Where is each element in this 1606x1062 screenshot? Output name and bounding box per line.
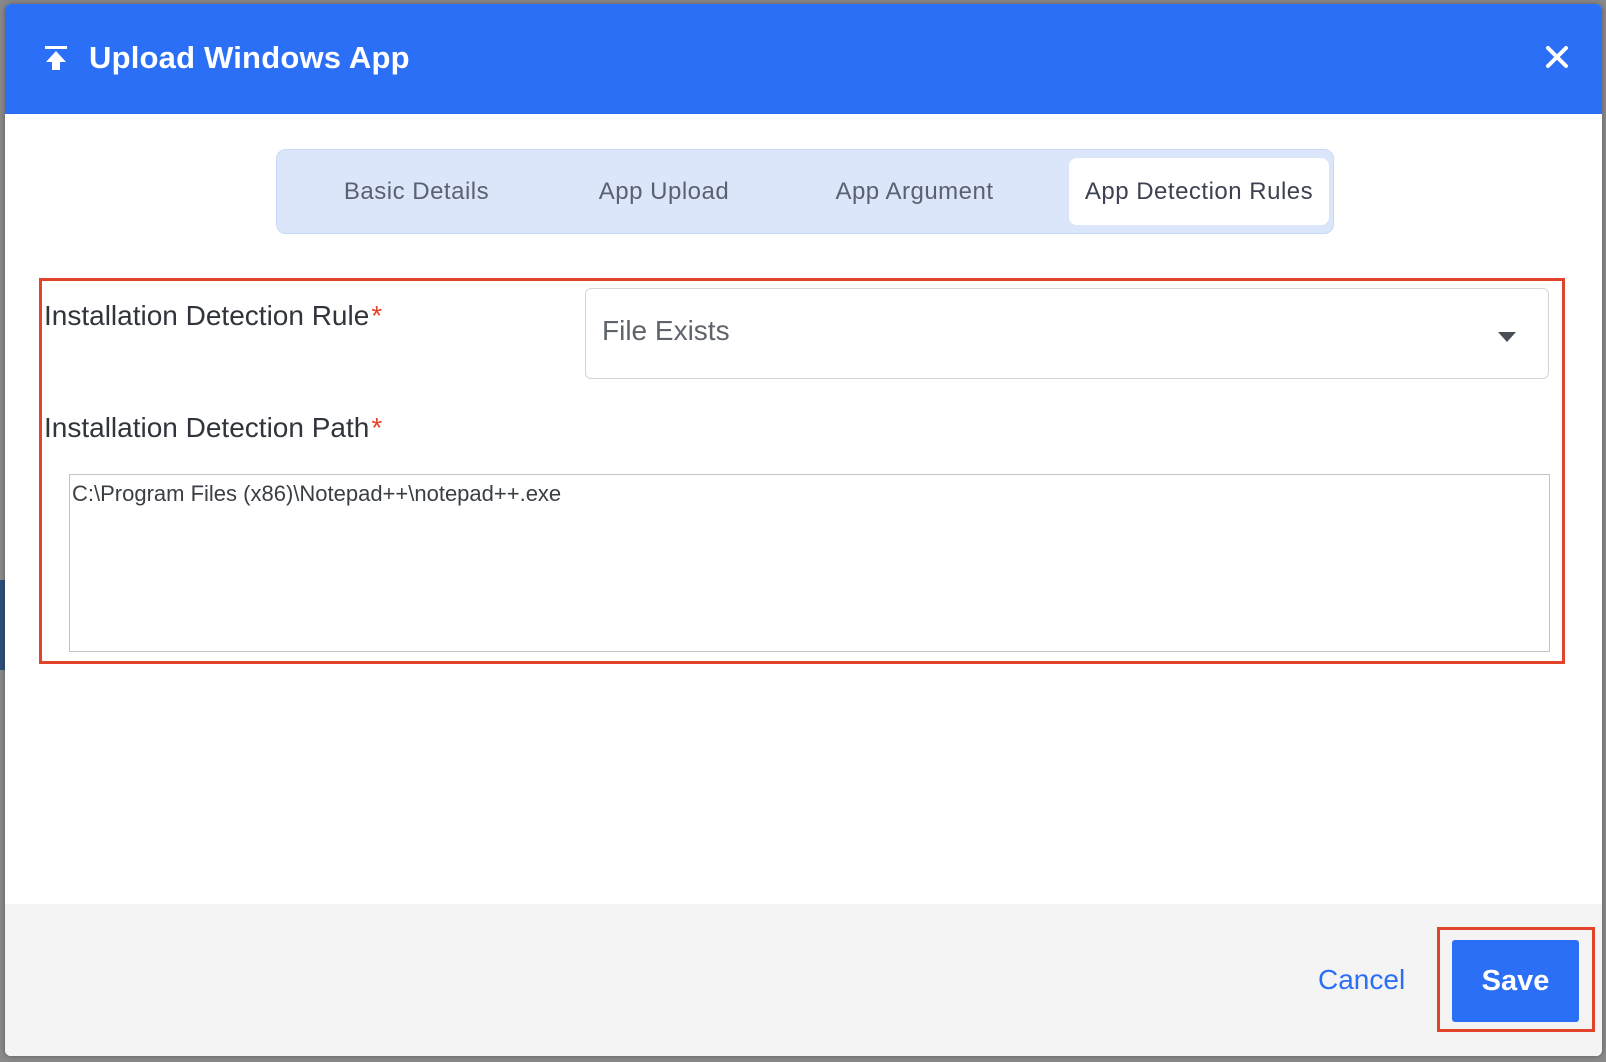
wizard-tab-bar: Basic Details App Upload App Argument Ap… xyxy=(276,149,1334,234)
detection-rule-value: File Exists xyxy=(602,315,730,346)
path-label-text: Installation Detection Path xyxy=(44,412,370,443)
dialog-title: Upload Windows App xyxy=(89,40,410,75)
required-marker: * xyxy=(371,300,383,331)
detection-path-value: C:\Program Files (x86)\Notepad++\notepad… xyxy=(72,481,562,506)
chevron-down-icon xyxy=(1498,329,1516,342)
upload-icon xyxy=(43,44,69,72)
dialog-header: Upload Windows App xyxy=(5,4,1602,114)
path-field-label: Installation Detection Path* xyxy=(44,412,382,444)
tab-app-argument[interactable]: App Argument xyxy=(802,158,1027,225)
detection-path-textarea[interactable]: C:\Program Files (x86)\Notepad++\notepad… xyxy=(69,474,1550,652)
tab-app-detection-rules[interactable]: App Detection Rules xyxy=(1069,158,1329,225)
close-icon[interactable] xyxy=(1540,40,1574,74)
rule-label-text: Installation Detection Rule xyxy=(44,300,370,331)
required-marker: * xyxy=(371,412,383,443)
save-button[interactable]: Save xyxy=(1452,940,1579,1022)
tab-app-upload[interactable]: App Upload xyxy=(559,158,769,225)
tab-basic-details[interactable]: Basic Details xyxy=(304,158,529,225)
detection-rule-select[interactable]: File Exists xyxy=(585,288,1549,379)
rule-field-label: Installation Detection Rule* xyxy=(44,300,382,332)
upload-windows-app-dialog: Upload Windows App Basic Details App Upl… xyxy=(5,4,1602,1056)
cancel-button[interactable]: Cancel xyxy=(1318,964,1405,996)
